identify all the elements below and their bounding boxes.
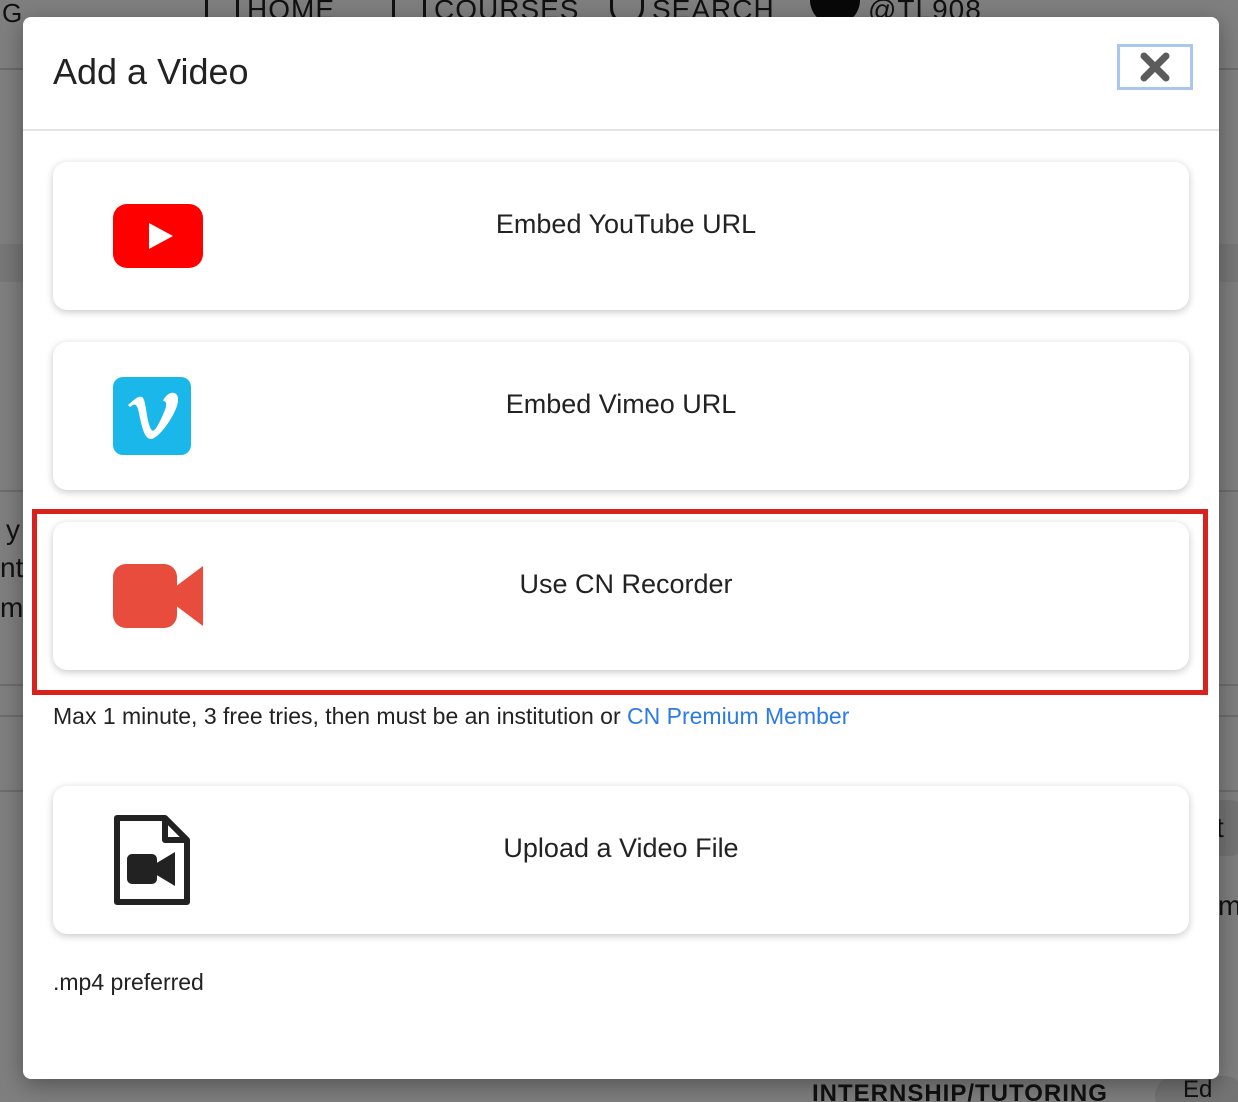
upload-note: .mp4 preferred xyxy=(53,969,204,995)
youtube-icon-wrap xyxy=(113,162,203,310)
upload-video-file-label: Upload a Video File xyxy=(503,832,739,863)
modal-title: Add a Video xyxy=(53,51,249,92)
video-camera-icon xyxy=(113,564,203,628)
embed-youtube-option[interactable]: Embed YouTube URL xyxy=(53,162,1189,310)
vimeo-icon-wrap xyxy=(113,342,191,490)
video-camera-icon-wrap xyxy=(113,522,205,670)
video-file-icon-wrap xyxy=(113,786,191,934)
embed-vimeo-label: Embed Vimeo URL xyxy=(505,388,737,419)
recorder-note: Max 1 minute, 3 free tries, then must be… xyxy=(53,703,849,730)
close-button[interactable] xyxy=(1117,44,1193,90)
embed-youtube-label: Embed YouTube URL xyxy=(495,208,757,239)
use-cn-recorder-option[interactable]: Use CN Recorder xyxy=(53,522,1189,670)
close-x-icon xyxy=(1140,52,1170,82)
modal-header: Add a Video xyxy=(23,17,1219,131)
embed-vimeo-option[interactable]: Embed Vimeo URL xyxy=(53,342,1189,490)
cn-premium-member-link[interactable]: CN Premium Member xyxy=(627,703,849,729)
video-file-icon xyxy=(114,815,190,905)
use-cn-recorder-label: Use CN Recorder xyxy=(519,568,733,599)
recorder-note-text: Max 1 minute, 3 free tries, then must be… xyxy=(53,703,628,729)
add-video-modal: Add a Video Embed YouTube URL Embed Vime… xyxy=(23,17,1219,1079)
vimeo-icon xyxy=(113,377,191,455)
youtube-icon xyxy=(113,204,203,268)
upload-video-file-option[interactable]: Upload a Video File xyxy=(53,786,1189,934)
